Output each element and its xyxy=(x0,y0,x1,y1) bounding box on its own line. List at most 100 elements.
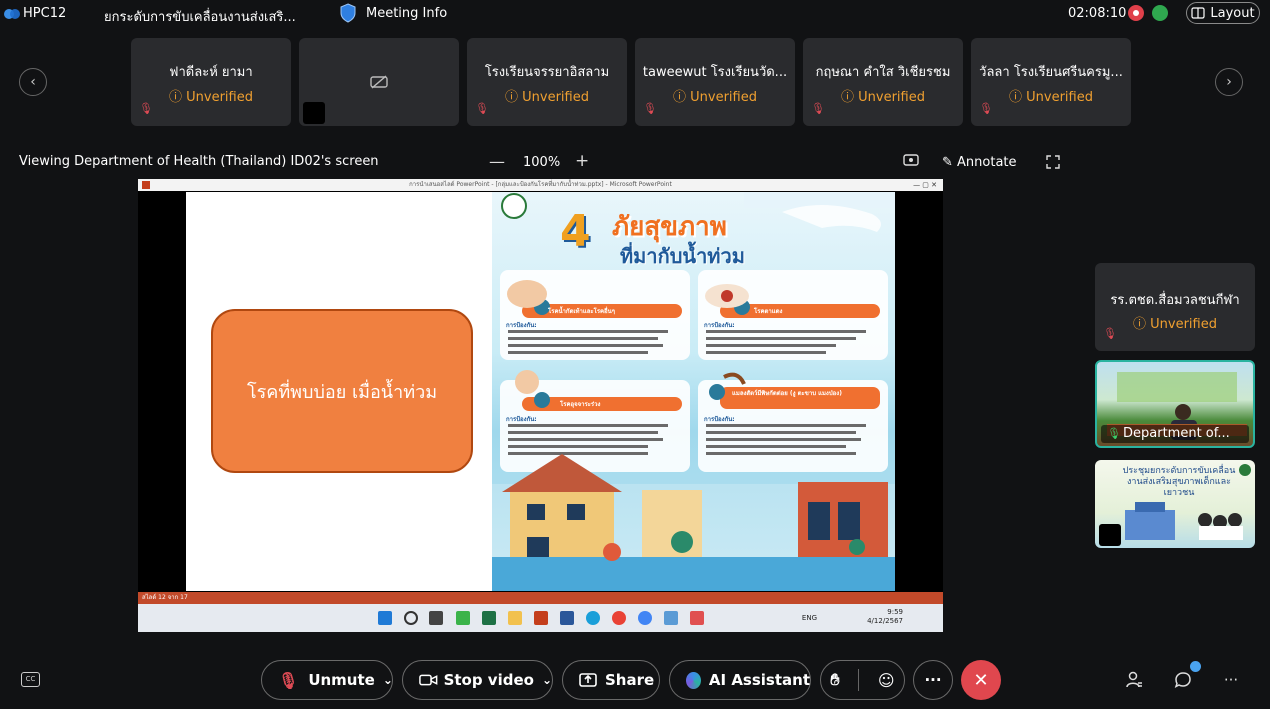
meeting-info-button[interactable]: Meeting Info xyxy=(366,6,447,21)
poster-image: 4 ภัยสุขภาพ ที่มากับน้ำท่วม โรคน้ำกัดเท้… xyxy=(492,192,895,591)
close-icon: ✕ xyxy=(973,669,989,691)
chrome-icon xyxy=(612,611,626,625)
app-icon xyxy=(664,611,678,625)
mic-muted-icon: 🎙︎ xyxy=(278,670,299,690)
powerpoint-title-bar: การนำเสนอสไลด์ PowerPoint - [กลุ่มและป้อ… xyxy=(138,179,943,191)
powerpoint-icon xyxy=(142,181,150,189)
word-icon xyxy=(560,611,574,625)
participant-tile[interactable] xyxy=(299,38,459,126)
viewing-screen-label: Viewing Department of Health (Thailand) … xyxy=(19,154,379,169)
share-label: Share xyxy=(605,671,655,689)
prev-participants-button[interactable]: ‹ xyxy=(19,68,47,96)
poster-prevent-label: การป้องกัน: xyxy=(506,416,537,423)
poster-prevent-label: การป้องกัน: xyxy=(704,322,735,329)
slide-text-box: โรคที่พบบ่อย เมื่อน้ำท่วม xyxy=(211,309,473,473)
chevron-right-icon: › xyxy=(1226,74,1232,90)
chevron-down-icon[interactable]: ⌄ xyxy=(542,673,552,687)
participant-tile[interactable]: taweewut โรงเรียนวัด... ⓘ Unverified 🎙︎ xyxy=(635,38,795,126)
slide-left-panel: โรคที่พบบ่อย เมื่อน้ำท่วม xyxy=(186,192,492,591)
chat-icon[interactable] xyxy=(1173,670,1193,690)
shared-screen[interactable]: การนำเสนอสไลด์ PowerPoint - [กลุ่มและป้อ… xyxy=(138,179,943,632)
layout-icon xyxy=(1191,7,1205,19)
reactions-icon[interactable]: ☺︎ xyxy=(878,671,895,690)
poster-prevent-label: การป้องกัน: xyxy=(704,416,735,423)
edge-icon xyxy=(586,611,600,625)
share-screen-icon xyxy=(579,673,597,687)
chevron-left-icon: ‹ xyxy=(30,74,36,90)
raise-hand-icon[interactable]: ✋︎ xyxy=(830,670,839,690)
search-icon xyxy=(404,611,418,625)
mic-on-icon: 🎙︎ xyxy=(1107,427,1121,440)
more-panels-icon[interactable]: ··· xyxy=(1221,670,1241,690)
share-button[interactable]: Share xyxy=(562,660,660,700)
chat-notification-dot xyxy=(1190,661,1201,672)
annotate-toggle-icon[interactable] xyxy=(903,154,919,168)
shield-icon[interactable] xyxy=(339,3,357,23)
language-indicator: ENG xyxy=(801,614,817,622)
powerpoint-icon xyxy=(534,611,548,625)
poster-card2-title: โรคตาแดง xyxy=(754,308,783,315)
zoom-in-button[interactable]: + xyxy=(575,151,589,171)
window-controls: — ▢ ✕ xyxy=(913,181,937,189)
participant-name: รร.ตชด.สื่อมวลชนกีฬา xyxy=(1110,293,1240,308)
participants-icon[interactable] xyxy=(1124,670,1144,690)
stop-video-button[interactable]: Stop video ⌄ xyxy=(402,660,553,700)
participant-name: โรงเรียนจรรยาอิสลาม xyxy=(484,65,610,80)
participant-name: กฤษณา คำใส วิเชียรชม xyxy=(815,65,951,80)
layout-label: Layout xyxy=(1210,5,1255,21)
unmute-label: Unmute xyxy=(308,671,375,689)
network-status-icon[interactable] xyxy=(1152,5,1168,21)
muted-mic-icon: 🎙︎ xyxy=(1103,327,1117,340)
end-call-button[interactable]: ✕ xyxy=(961,660,1001,700)
video-caption: ประชุมยกระดับการขับเคลื่อนงานส่งเสริมสุข… xyxy=(1122,466,1236,498)
participant-tile[interactable]: กฤษณา คำใส วิเชียรชม ⓘ Unverified 🎙︎ xyxy=(803,38,963,126)
video-label: 🎙︎ Department of... xyxy=(1101,425,1249,443)
poster-title-line2: ที่มากับน้ำท่วม xyxy=(620,244,745,268)
reactions-group: ✋︎ ☺︎ xyxy=(820,660,905,700)
captions-icon[interactable]: CC xyxy=(21,672,40,687)
participant-tile[interactable]: โรงเรียนจรรยาอิสลาม ⓘ Unverified 🎙︎ xyxy=(467,38,627,126)
poster-card1-title: โรคน้ำกัดเท้าและโรคอื่นๆ xyxy=(548,308,615,315)
windows-taskbar: ENG 9:59 4/12/2567 xyxy=(138,604,943,632)
muted-mic-icon: 🎙︎ xyxy=(475,102,489,115)
zoom-level: 100% xyxy=(523,155,561,170)
expand-icon[interactable] xyxy=(1046,155,1060,169)
chevron-down-icon[interactable]: ⌄ xyxy=(383,673,393,687)
ai-assistant-icon xyxy=(686,671,701,689)
annotate-button[interactable]: ✎ Annotate xyxy=(942,155,1017,170)
video-camera-icon xyxy=(419,674,438,686)
taskbar-clock: 9:59 4/12/2567 xyxy=(867,608,903,625)
task-view-icon xyxy=(429,611,443,625)
active-speaker-video[interactable]: 🎙︎ Department of... xyxy=(1095,360,1255,448)
more-icon: ··· xyxy=(924,671,942,689)
poster-card4-title: แมลงสัตว์มีพิษกัดต่อย (งู ตะขาบ แมงป่อง) xyxy=(732,390,842,397)
next-participants-button[interactable]: › xyxy=(1215,68,1243,96)
layout-button[interactable]: Layout xyxy=(1186,2,1260,24)
participant-tile[interactable]: ฟาดีละห์ ยามา ⓘ Unverified 🎙︎ xyxy=(131,38,291,126)
muted-mic-icon: 🎙︎ xyxy=(811,102,825,115)
participant-name: taweewut โรงเรียนวัด... xyxy=(642,65,788,80)
start-icon xyxy=(378,611,392,625)
poster-card3-title: โรคอุจจาระร่วง xyxy=(560,401,601,408)
ai-assistant-label: AI Assistant xyxy=(708,671,810,689)
more-options-button[interactable]: ··· xyxy=(913,660,953,700)
participant-tile[interactable]: รร.ตชด.สื่อมวลชนกีฬา ⓘ Unverified 🎙︎ xyxy=(1095,263,1255,351)
poster-number: 4 xyxy=(560,206,591,257)
participant-tile[interactable]: วัลลา โรงเรียนศรีนครมู... ⓘ Unverified 🎙… xyxy=(971,38,1131,126)
zoom-out-button[interactable]: — xyxy=(489,152,505,171)
chrome-profile-icon xyxy=(638,611,652,625)
unmute-button[interactable]: 🎙︎ Unmute ⌄ xyxy=(261,660,393,700)
excel-icon xyxy=(482,611,496,625)
app-name: HPC12 xyxy=(23,6,67,21)
poster-prevent-label: การป้องกัน: xyxy=(506,322,537,329)
webex-logo-icon xyxy=(4,9,20,19)
meeting-title[interactable]: ยกระดับการขับเคลื่อนงานส่งเสริ... xyxy=(104,6,296,27)
title-bar: HPC12 ยกระดับการขับเคลื่อนงานส่งเสริ... … xyxy=(0,0,1270,28)
recording-icon[interactable] xyxy=(1128,5,1144,21)
muted-mic-icon xyxy=(303,102,325,124)
muted-mic-icon: 🎙︎ xyxy=(643,102,657,115)
muted-mic-icon: 🎙︎ xyxy=(979,102,993,115)
participant-video[interactable]: ประชุมยกระดับการขับเคลื่อนงานส่งเสริมสุข… xyxy=(1095,460,1255,548)
slide-status-bar: สไลด์ 12 จาก 17 xyxy=(138,592,943,604)
ai-assistant-button[interactable]: AI Assistant xyxy=(669,660,811,700)
